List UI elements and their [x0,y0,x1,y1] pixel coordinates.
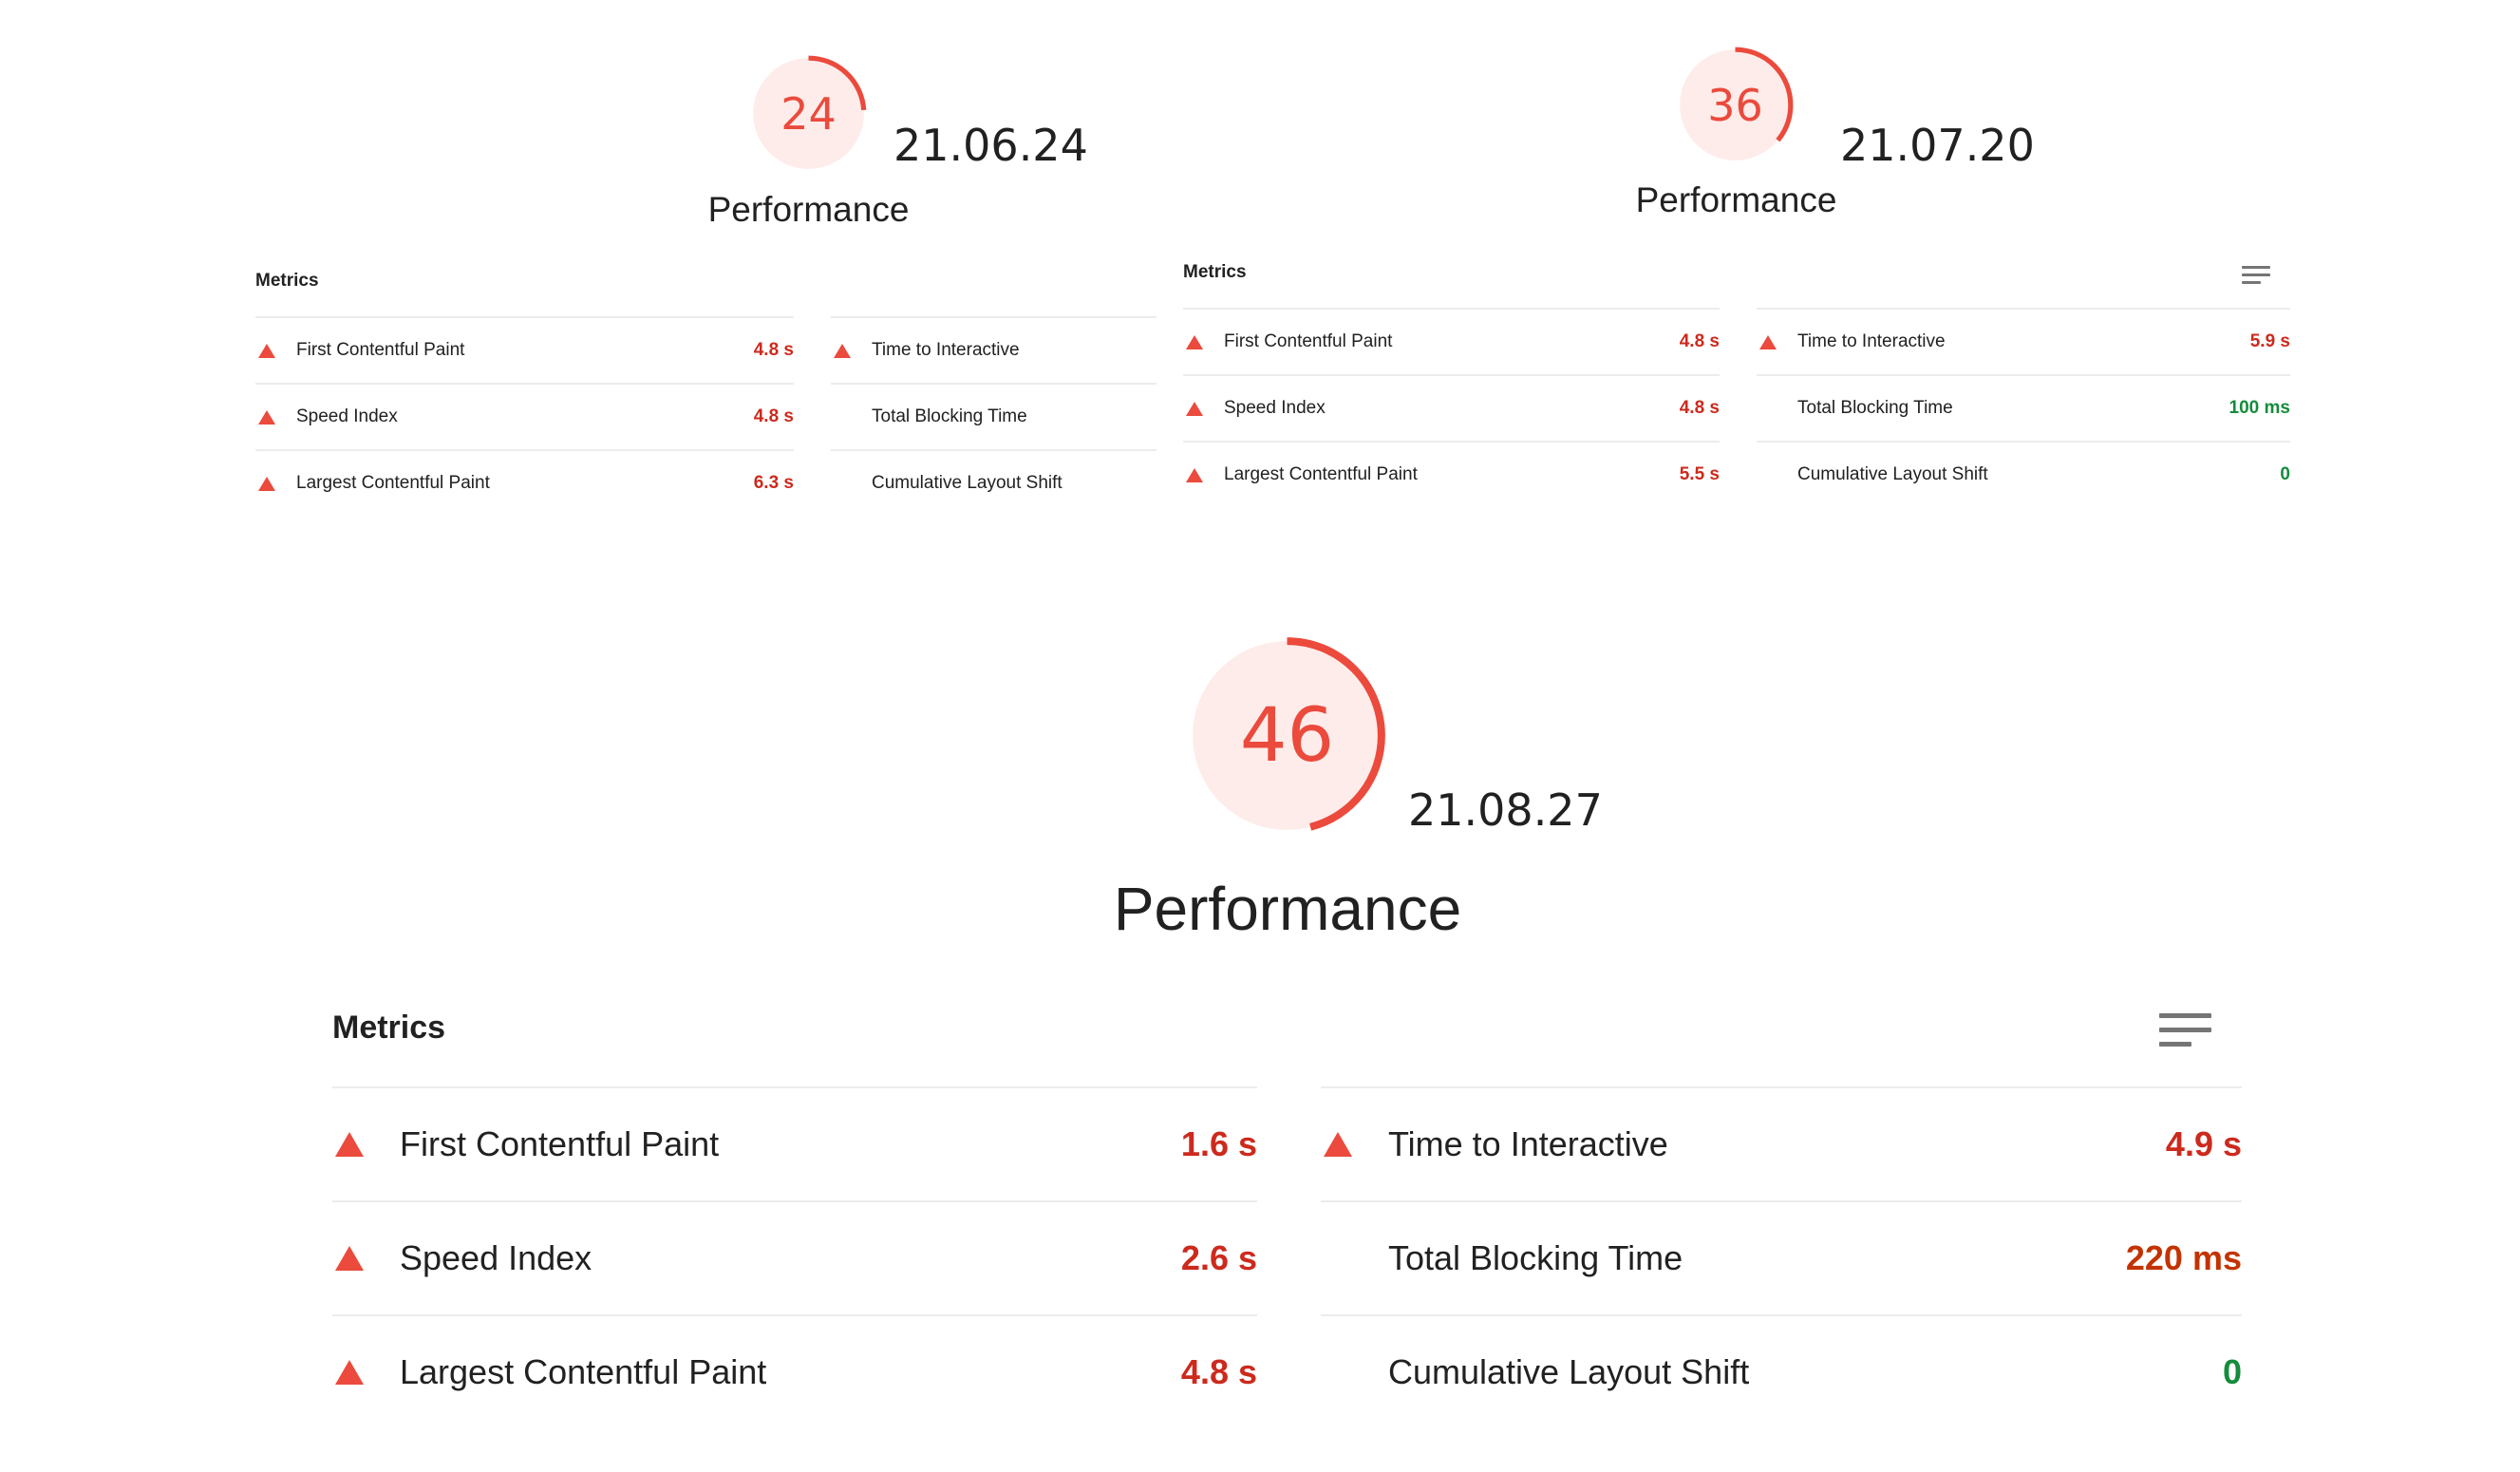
warning-triangle-icon [335,1132,364,1157]
metric-value: 4.8 s [1180,1352,1257,1391]
warning-triangle-icon [834,343,851,358]
warning-triangle-icon [1324,1132,1352,1157]
metric-label: Speed Index [1224,398,1326,418]
metric-label: Time to Interactive [1797,331,1946,351]
metric-row: Time to Interactive 5.9 s [1757,308,2290,374]
metric-row: First Contentful Paint 4.8 s [1183,308,1720,374]
metrics-left-column: First Contentful Paint 4.8 s Speed Index 4.… [255,316,794,516]
metric-label: First Contentful Paint [296,340,465,360]
metrics-title: Metrics [332,1010,446,1046]
score-value: 36 [1707,79,1763,131]
report-date: 21.06.24 [893,120,1088,171]
metric-label: Cumulative Layout Shift [872,473,1063,493]
warning-triangle-icon [335,1246,364,1271]
warning-triangle-icon [335,1360,364,1385]
warning-triangle-icon [1186,467,1203,482]
metric-row: Total Blocking Time [831,383,1157,449]
metrics-left-column: First Contentful Paint 4.8 s Speed Index 4.… [1183,308,1720,507]
score-gauge: 46 [1186,634,1388,837]
metrics-title: Metrics [1183,262,1247,282]
metric-label: Cumulative Layout Shift [1388,1352,1750,1391]
metric-value: 4.8 s [753,406,794,426]
category-title: Performance [1635,180,1837,219]
metric-value: 5.5 s [1679,464,1720,484]
metric-value: 100 ms [2229,398,2290,418]
metric-value: 5.9 s [2249,331,2290,351]
metrics-right-column: Time to Interactive 5.9 s Total Blocking T… [1757,308,2290,507]
metric-row: Largest Contentful Paint 4.8 s [332,1314,1257,1428]
metric-value: 2.6 s [1180,1238,1257,1277]
report-date: 21.07.20 [1840,120,2035,171]
metric-row: Cumulative Layout Shift 0 [1321,1314,2242,1428]
report-date: 21.08.27 [1408,784,1603,836]
metric-row: Speed Index 2.6 s [332,1200,1257,1314]
metric-label: Largest Contentful Paint [296,473,490,493]
score-gauge: 24 [749,54,868,173]
warning-triangle-icon [1759,334,1777,349]
metric-row: Speed Index 4.8 s [255,383,794,449]
category-title: Performance [707,190,910,229]
score-value: 46 [1239,692,1335,779]
score-value: 24 [780,87,837,140]
warning-triangle-icon [258,343,275,358]
metric-row: Cumulative Layout Shift [831,449,1157,516]
metric-label: Largest Contentful Paint [1224,464,1418,484]
menu-icon[interactable] [2242,266,2270,285]
metric-row: Total Blocking Time 100 ms [1757,374,2290,441]
category-title: Performance [1113,875,1462,943]
metrics-left-column: First Contentful Paint 1.6 s Speed Index 2.… [332,1086,1257,1428]
metrics-title: Metrics [255,271,319,291]
menu-icon[interactable] [2159,1013,2211,1049]
metric-label: Largest Contentful Paint [400,1352,767,1391]
metric-label: Total Blocking Time [1388,1238,1683,1277]
metric-row: First Contentful Paint 1.6 s [332,1086,1257,1200]
metric-label: Speed Index [296,406,398,426]
metric-row: First Contentful Paint 4.8 s [255,316,794,383]
metric-row: Total Blocking Time 220 ms [1321,1200,2242,1314]
metric-value: 6.3 s [753,473,794,493]
metric-label: Time to Interactive [1388,1124,1668,1163]
metrics-right-column: Time to Interactive Total Blocking Time Cu… [831,316,1157,516]
metric-row: Cumulative Layout Shift 0 [1757,441,2290,507]
metric-label: Time to Interactive [872,340,1020,360]
metric-value: 4.8 s [1679,398,1720,418]
metric-value: 0 [2222,1352,2242,1391]
metric-row: Speed Index 4.8 s [1183,374,1720,441]
metric-row: Time to Interactive 4.9 s [1321,1086,2242,1200]
metric-value: 4.8 s [753,340,794,360]
metric-row: Time to Interactive [831,316,1157,383]
warning-triangle-icon [258,409,275,425]
metric-value: 4.8 s [1679,331,1720,351]
metric-row: Largest Contentful Paint 5.5 s [1183,441,1720,507]
warning-triangle-icon [258,476,275,491]
warning-triangle-icon [1186,401,1203,416]
metric-label: Total Blocking Time [1797,398,1953,418]
warning-triangle-icon [1186,334,1203,349]
metric-value: 4.9 s [2165,1124,2242,1163]
metric-value: 220 ms [2125,1238,2242,1277]
metric-value: 1.6 s [1180,1124,1257,1163]
metric-label: Speed Index [400,1238,592,1277]
metric-label: First Contentful Paint [400,1124,720,1163]
metrics-right-column: Time to Interactive 4.9 s Total Blocking T… [1321,1086,2242,1428]
metric-label: Total Blocking Time [872,406,1027,426]
score-gauge: 36 [1676,46,1795,164]
metric-label: Cumulative Layout Shift [1797,464,1988,484]
metric-row: Largest Contentful Paint 6.3 s [255,449,794,516]
metric-value: 0 [2280,464,2290,484]
metric-label: First Contentful Paint [1224,331,1393,351]
